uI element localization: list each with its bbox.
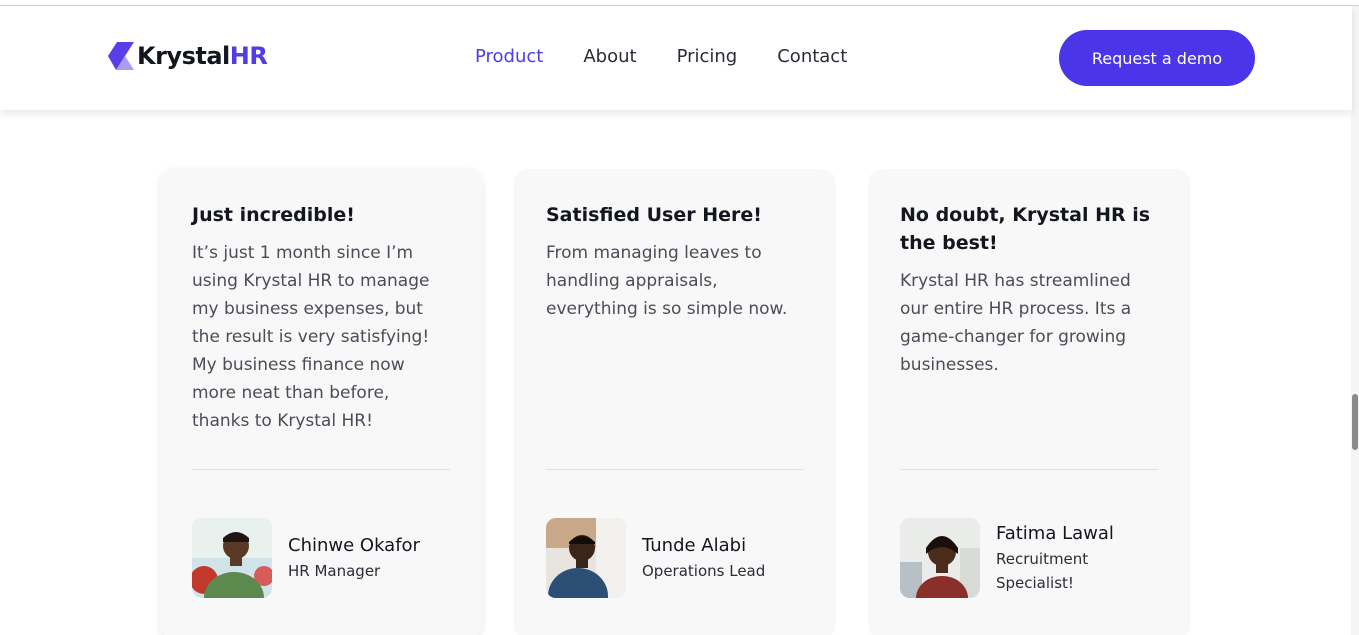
brand-logo[interactable]: KrystalHR [108,42,268,70]
testimonial-body: It’s just 1 month since I’m using Krysta… [192,243,430,431]
testimonial-title: Satisfied User Here! [546,204,762,226]
testimonial-card: Just incredible! It’s just 1 month since… [160,169,482,635]
nav-link-about[interactable]: About [583,46,636,67]
testimonial-author: Fatima Lawal Recruitment Specialist! [900,518,1170,598]
author-role: HR Manager [288,562,381,580]
nav-link-contact[interactable]: Contact [777,46,847,67]
scrollbar-thumb[interactable] [1352,394,1358,450]
testimonials-section: Just incredible! It’s just 1 month since… [160,169,1222,635]
brand-name: KrystalHR [137,42,268,70]
testimonial-card: No doubt, Krystal HR is the best! Krysta… [868,169,1190,635]
nav-link-product[interactable]: Product [475,46,543,67]
request-demo-button[interactable]: Request a demo [1059,30,1255,86]
testimonial-body: From managing leaves to handling apprais… [546,243,788,319]
main-nav: Product About Pricing Contact [475,46,887,67]
author-role: Recruitment Specialist! [996,550,1089,592]
author-name: Tunde Alabi [642,535,747,556]
avatar [546,518,626,598]
author-role: Operations Lead [642,562,766,580]
author-name: Chinwe Okafor [288,535,420,556]
card-divider [546,469,804,470]
avatar-photo-icon [192,518,272,598]
avatar-photo-icon [900,518,980,598]
krystal-logo-icon [108,42,134,70]
testimonial-card: Satisfied User Here! From managing leave… [514,169,836,635]
testimonial-title: No doubt, Krystal HR is the best! [900,204,1151,254]
testimonial-author: Chinwe Okafor HR Manager [192,518,462,598]
testimonial-author: Tunde Alabi Operations Lead [546,518,816,598]
nav-link-pricing[interactable]: Pricing [677,46,738,67]
avatar [900,518,980,598]
avatar-photo-icon [546,518,626,598]
card-divider [192,469,450,470]
author-name: Fatima Lawal [996,523,1114,544]
scrollbar-track[interactable] [1351,6,1359,635]
testimonial-body: Krystal HR has streamlined our entire HR… [900,271,1132,375]
testimonial-title: Just incredible! [192,204,355,226]
card-divider [900,469,1158,470]
site-header: KrystalHR Product About Pricing Contact … [0,6,1352,110]
avatar [192,518,272,598]
